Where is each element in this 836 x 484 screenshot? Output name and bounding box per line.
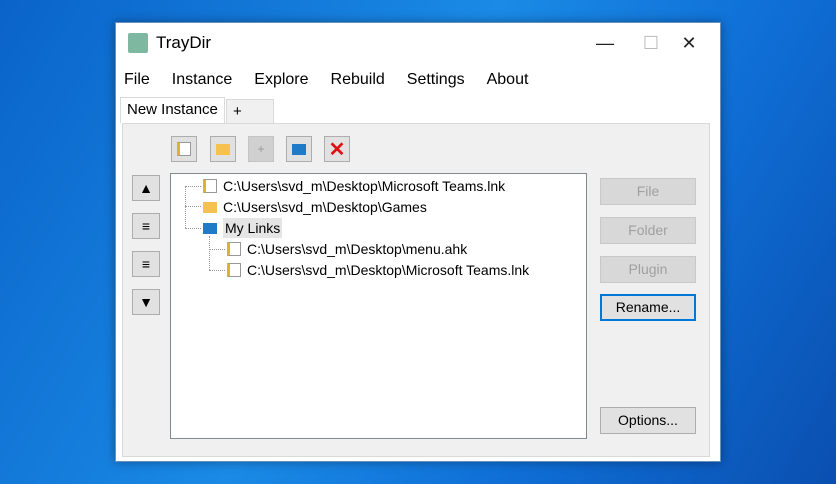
tree-item[interactable]: C:\Users\svd_m\Desktop\Microsoft Teams.l… xyxy=(227,260,529,280)
menu-rebuild[interactable]: Rebuild xyxy=(323,67,393,93)
menu-explore[interactable]: Explore xyxy=(246,67,316,93)
chevron-down-icon: ▼ xyxy=(139,294,153,310)
delete-tool-button[interactable]: ✕ xyxy=(324,136,350,162)
add-file-icon xyxy=(177,142,191,156)
traydir-window: TrayDir — ☐ ✕ File Instance Explore Rebu… xyxy=(115,22,721,462)
chevron-up-icon: ▲ xyxy=(139,180,153,196)
tree-item[interactable]: C:\Users\svd_m\Desktop\Microsoft Teams.l… xyxy=(203,176,505,196)
tree-item[interactable]: C:\Users\svd_m\Desktop\Games xyxy=(203,197,427,217)
add-virtual-folder-tool-button[interactable] xyxy=(286,136,312,162)
virtual-folder-icon xyxy=(292,143,306,155)
tab-strip: New Instance + xyxy=(116,97,720,123)
close-button[interactable]: ✕ xyxy=(666,27,712,59)
add-file-button[interactable]: File xyxy=(600,178,696,205)
indent-icon: ≡ xyxy=(141,218,151,234)
instance-panel: + ✕ ▲ ≡ ≡ ▼ C:\Users\svd_m\Desktop\Micro… xyxy=(122,123,710,457)
folder-icon xyxy=(203,201,217,213)
menu-about[interactable]: About xyxy=(479,67,537,93)
move-up-button[interactable]: ▲ xyxy=(132,175,160,201)
outdent-icon: ≡ xyxy=(141,256,151,272)
file-icon xyxy=(227,242,241,256)
add-folder-button[interactable]: Folder xyxy=(600,217,696,244)
menu-settings[interactable]: Settings xyxy=(399,67,473,93)
tree-view[interactable]: C:\Users\svd_m\Desktop\Microsoft Teams.l… xyxy=(170,173,587,439)
menu-bar: File Instance Explore Rebuild Settings A… xyxy=(116,67,542,93)
add-folder-icon xyxy=(216,143,230,155)
file-icon xyxy=(227,263,241,277)
minimize-button[interactable]: — xyxy=(582,27,628,59)
add-folder-tool-button[interactable] xyxy=(210,136,236,162)
options-button[interactable]: Options... xyxy=(600,407,696,434)
title-bar: TrayDir — ☐ ✕ xyxy=(116,23,720,63)
add-plugin-button[interactable]: Plugin xyxy=(600,256,696,283)
indent-button[interactable]: ≡ xyxy=(132,213,160,239)
tab-new-instance[interactable]: New Instance xyxy=(120,97,225,123)
add-plugin-tool-button[interactable]: + xyxy=(248,136,274,162)
file-icon xyxy=(203,179,217,193)
move-down-button[interactable]: ▼ xyxy=(132,289,160,315)
plugin-icon: + xyxy=(257,142,265,156)
menu-file[interactable]: File xyxy=(116,67,158,93)
tree-item[interactable]: C:\Users\svd_m\Desktop\menu.ahk xyxy=(227,239,467,259)
add-file-tool-button[interactable] xyxy=(171,136,197,162)
delete-icon: ✕ xyxy=(328,138,346,161)
tree-item[interactable]: My Links xyxy=(203,218,283,238)
virtual-folder-icon xyxy=(203,222,217,234)
outdent-button[interactable]: ≡ xyxy=(132,251,160,277)
rename-button[interactable]: Rename... xyxy=(600,294,696,321)
menu-instance[interactable]: Instance xyxy=(164,67,240,93)
tab-add[interactable]: + xyxy=(226,99,274,123)
app-icon xyxy=(128,33,148,53)
window-title: TrayDir xyxy=(156,33,212,52)
